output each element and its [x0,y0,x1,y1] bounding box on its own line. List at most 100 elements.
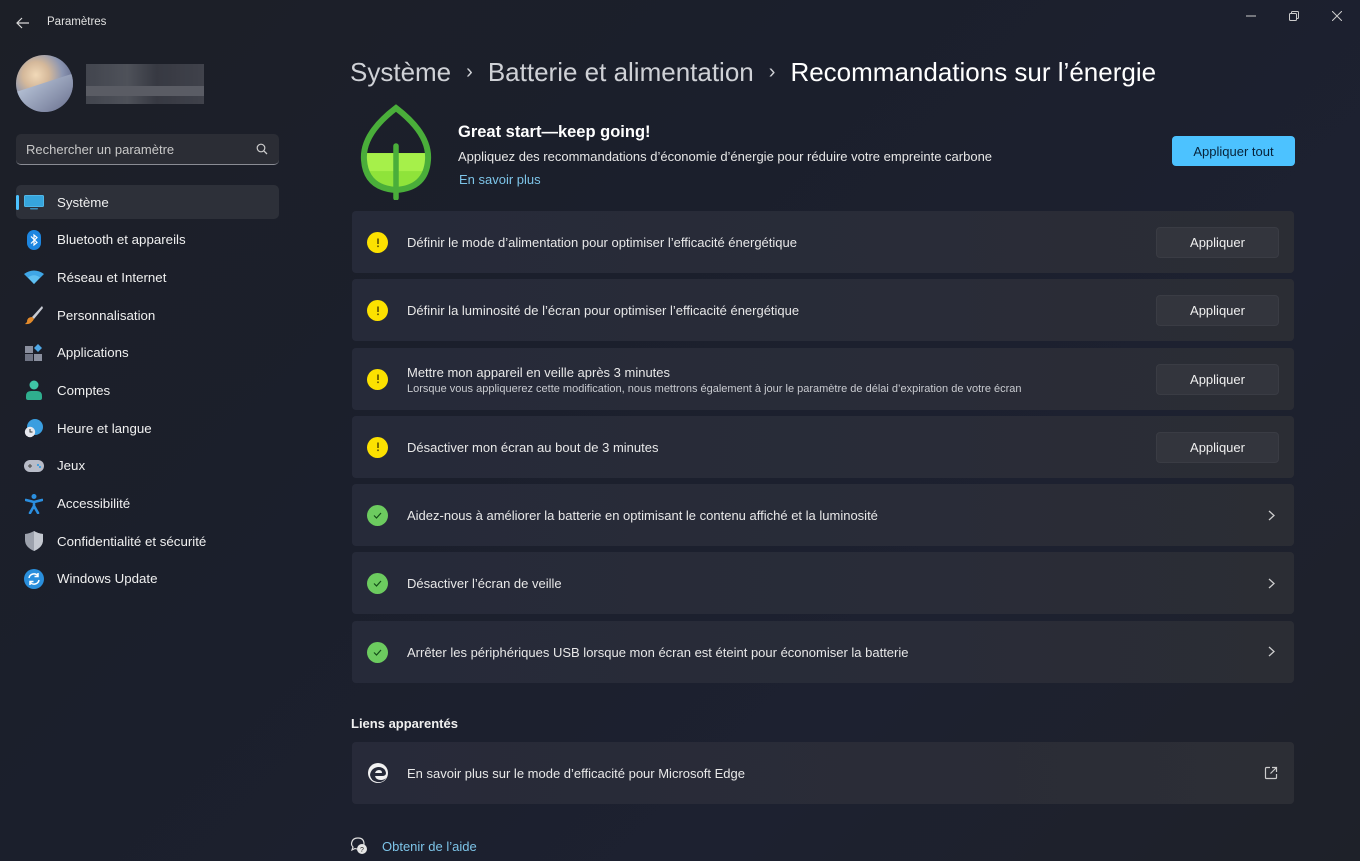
apply-button[interactable]: Appliquer [1156,363,1279,395]
sidebar-item-systeme[interactable]: Système [16,185,279,219]
restore-button[interactable] [1279,6,1309,26]
energy-hero: Great start—keep going! Appliquez des re… [352,102,1295,202]
recommendation-item: Définir la luminosité de l’écran pour op… [352,279,1294,342]
bluetooth-icon [24,229,44,250]
get-help-text: Obtenir de l’aide [382,838,477,854]
recommendations-list: Définir le mode d’alimentation pour opti… [352,211,1294,689]
monitor-icon [24,192,44,212]
sidebar-item-label: Heure et langue [57,420,152,436]
checkmark-icon [367,505,388,527]
warning-icon [367,436,388,458]
shield-icon [24,531,44,552]
related-links-heading: Liens apparentés [351,716,458,731]
app-title: Paramètres [47,16,107,28]
sidebar-item-label: Système [57,194,109,210]
sidebar-item-personnalisation[interactable]: Personnalisation [16,298,279,332]
apply-button[interactable]: Appliquer [1156,431,1279,463]
recommendation-item: Mettre mon appareil en veille après 3 mi… [352,347,1294,410]
chevron-right-icon[interactable] [1264,508,1278,522]
recommendation-item[interactable]: Aidez-nous à améliorer la batterie en op… [352,484,1294,547]
sidebar-item-windows-update[interactable]: Windows Update [16,562,279,596]
breadcrumb: Système › Batterie et alimentation › Rec… [350,54,1156,90]
chevron-right-icon[interactable] [1264,645,1278,659]
breadcrumb-separator: › [768,60,776,83]
breadcrumb-separator: › [466,60,473,83]
search-input[interactable] [26,141,255,157]
hero-description: Appliquez des recommandations d’économie… [458,149,993,164]
close-icon [1332,11,1342,21]
sidebar-item-confidentialite[interactable]: Confidentialité et sécurité [16,524,279,558]
sidebar-item-label: Jeux [57,458,86,474]
title-bar: Paramètres [0,0,1360,44]
recommendation-item[interactable]: Désactiver l’écran de veille [352,552,1294,615]
profile-name-obscured [86,64,204,104]
globe-clock-icon [24,418,44,438]
get-help-link[interactable]: ? Obtenir de l’aide [350,836,477,856]
gamepad-icon [24,456,44,476]
avatar [16,55,73,112]
warning-icon [367,368,388,390]
edge-link-text: En savoir plus sur le mode d’efficacité … [407,766,745,781]
update-icon [24,568,44,589]
user-profile[interactable] [16,54,296,114]
restore-icon [1289,11,1299,21]
warning-icon [367,300,388,322]
accessibility-icon [24,493,44,514]
sidebar-item-heure[interactable]: Heure et langue [16,411,279,445]
apply-all-button[interactable]: Appliquer tout [1172,136,1295,166]
sidebar-item-comptes[interactable]: Comptes [16,373,279,407]
checkmark-icon [367,573,388,595]
recommendation-text: Définir le mode d’alimentation pour opti… [407,235,797,250]
apps-icon [24,343,44,363]
recommendation-text: Désactiver l’écran de veille [407,576,562,592]
svg-text:?: ? [360,847,364,854]
leaf-icon [360,104,432,200]
sidebar-item-label: Personnalisation [57,307,156,323]
external-link-icon [1264,766,1278,780]
back-arrow-icon [16,17,29,29]
sidebar-item-label: Réseau et Internet [57,269,167,285]
sidebar-nav: Système Bluetooth et appareils Réseau et… [16,185,279,600]
learn-more-link[interactable]: En savoir plus [459,172,541,187]
apply-button[interactable]: Appliquer [1156,295,1279,327]
paintbrush-icon [24,305,44,325]
search-box[interactable] [16,134,279,165]
breadcrumb-item-systeme[interactable]: Système [350,57,451,88]
sidebar-item-reseau[interactable]: Réseau et Internet [16,260,279,294]
sidebar-item-label: Bluetooth et appareils [57,232,186,248]
hero-title: Great start—keep going! [458,123,651,141]
breadcrumb-item-batterie[interactable]: Batterie et alimentation [488,57,754,88]
sidebar-item-label: Comptes [57,382,111,398]
help-icon: ? [350,837,367,854]
apply-button[interactable]: Appliquer [1156,227,1279,258]
minimize-button[interactable] [1236,6,1266,26]
edge-efficiency-link[interactable]: En savoir plus sur le mode d’efficacité … [352,742,1294,804]
person-icon [24,380,44,401]
search-icon[interactable] [255,142,269,156]
recommendation-text: Mettre mon appareil en veille après 3 mi… [407,364,671,380]
close-button[interactable] [1322,6,1352,26]
sidebar-item-label: Applications [57,345,129,361]
sidebar-item-label: Accessibilité [57,496,131,511]
sidebar-item-accessibilite[interactable]: Accessibilité [16,487,279,521]
edge-icon [368,763,388,783]
sidebar-item-label: Confidentialité et sécurité [57,533,207,549]
minimize-icon [1246,15,1256,17]
sidebar-item-label: Windows Update [57,571,158,587]
chevron-right-icon[interactable] [1264,576,1278,590]
recommendation-text: Désactiver mon écran au bout de 3 minute… [407,439,659,455]
warning-icon [367,232,388,253]
checkmark-icon [367,641,388,663]
recommendation-text: Définir la luminosité de l’écran pour op… [407,303,800,319]
recommendation-item[interactable]: Arrêter les périphériques USB lorsque mo… [352,620,1294,683]
back-button[interactable] [12,12,34,34]
sidebar-item-applications[interactable]: Applications [16,336,279,370]
sidebar-item-bluetooth[interactable]: Bluetooth et appareils [16,223,279,257]
sidebar-item-jeux[interactable]: Jeux [16,449,279,483]
recommendation-text: Arrêter les périphériques USB lorsque mo… [407,644,909,660]
recommendation-subtext: Lorsque vous appliquerez cette modificat… [407,382,1022,395]
recommendation-item: Définir le mode d’alimentation pour opti… [352,211,1294,273]
page-title: Recommandations sur l’énergie [790,56,1157,87]
wifi-icon [24,267,44,287]
recommendation-item: Désactiver mon écran au bout de 3 minute… [352,415,1294,478]
